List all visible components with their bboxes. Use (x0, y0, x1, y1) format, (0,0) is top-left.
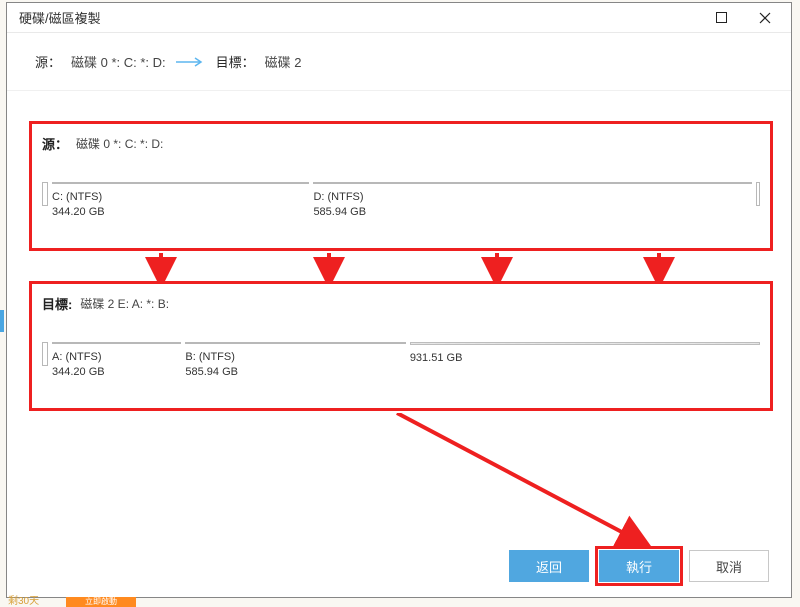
source-partition-d[interactable] (313, 182, 752, 184)
maximize-button[interactable] (699, 3, 743, 33)
target-partition-a[interactable] (52, 342, 181, 344)
titlebar: 硬碟/磁區複製 (7, 3, 791, 33)
source-panel: 源： 磁碟 0 *: C: *: D: C: (NTFS) 344.20 GB (29, 121, 773, 251)
back-button-label: 返回 (536, 557, 562, 576)
source-reserved-seg[interactable] (42, 182, 48, 206)
source-partition-c[interactable] (52, 182, 309, 184)
footer: 返回 執行 取消 (7, 535, 791, 597)
target-panel: 目標: 磁碟 2 E: A: *: B: A: (NTFS) 344.20 GB (29, 281, 773, 411)
source-partition-d-caption: D: (NTFS) 585.94 GB (313, 184, 752, 220)
partition-size: 585.94 GB (313, 205, 752, 220)
trial-days-text: 剩30天 (8, 592, 39, 607)
cancel-button-label: 取消 (716, 557, 742, 576)
source-panel-header: 源： 磁碟 0 *: C: *: D: (32, 124, 770, 153)
cancel-button[interactable]: 取消 (689, 550, 769, 582)
activate-now-button[interactable]: 立即啟動 (66, 597, 136, 607)
target-reserved-seg[interactable] (42, 342, 48, 366)
target-header-label: 目標: (42, 294, 72, 313)
target-partition-a-caption: A: (NTFS) 344.20 GB (52, 344, 181, 380)
partition-name: D: (NTFS) (313, 190, 752, 205)
target-partition-b[interactable] (185, 342, 405, 344)
breadcrumb-source-label: 源： (35, 52, 61, 71)
target-partition-b-caption: B: (NTFS) 585.94 GB (185, 344, 405, 380)
breadcrumb-target-value: 磁碟 2 (265, 52, 302, 71)
partition-name: A: (NTFS) (52, 350, 181, 365)
left-edge-marker (0, 310, 4, 332)
back-button[interactable]: 返回 (509, 550, 589, 582)
breadcrumb-source-value: 磁碟 0 *: C: *: D: (71, 52, 166, 71)
source-tail-seg[interactable] (756, 182, 760, 206)
partition-size: 344.20 GB (52, 205, 309, 220)
close-button[interactable] (743, 3, 787, 33)
partition-size: 931.51 GB (410, 351, 760, 366)
arrow-right-icon (176, 57, 206, 67)
partition-name: B: (NTFS) (185, 350, 405, 365)
execute-button-highlight: 執行 (599, 550, 679, 582)
target-header-disk: 磁碟 2 E: A: *: B: (80, 295, 169, 312)
target-unallocated[interactable] (410, 342, 760, 345)
background-banner: 剩30天 立即啟動 (0, 595, 800, 607)
partition-size: 585.94 GB (185, 365, 405, 380)
source-partition-c-caption: C: (NTFS) 344.20 GB (52, 184, 309, 220)
source-header-label: 源： (42, 134, 68, 153)
partition-name: C: (NTFS) (52, 190, 309, 205)
source-diskbar: C: (NTFS) 344.20 GB D: (NTFS) 585.94 GB (42, 182, 760, 206)
dialog-window: 硬碟/磁區複製 源： 磁碟 0 *: C: *: D: 目標： 磁碟 2 源： … (6, 2, 792, 598)
window-title: 硬碟/磁區複製 (19, 8, 699, 27)
breadcrumb-target-label: 目標： (216, 52, 255, 71)
partition-size: 344.20 GB (52, 365, 181, 380)
breadcrumb: 源： 磁碟 0 *: C: *: D: 目標： 磁碟 2 (7, 33, 791, 91)
target-panel-header: 目標: 磁碟 2 E: A: *: B: (32, 284, 770, 313)
target-unallocated-caption: 931.51 GB (410, 345, 760, 366)
annotation-arrows-down (29, 253, 773, 281)
target-diskbar: A: (NTFS) 344.20 GB B: (NTFS) 585.94 GB (42, 342, 760, 366)
annotation-arrow-to-execute (387, 413, 687, 553)
source-header-disk: 磁碟 0 *: C: *: D: (76, 135, 163, 152)
annotation-execute-ring (595, 546, 683, 586)
